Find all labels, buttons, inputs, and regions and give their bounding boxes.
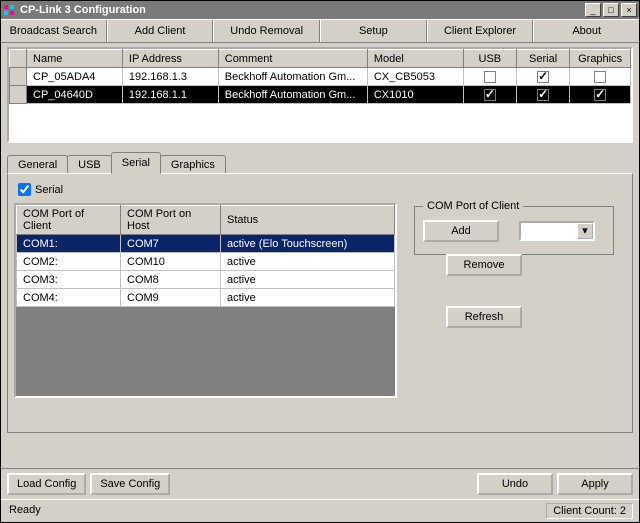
col-com-client[interactable]: COM Port of Client — [17, 206, 121, 235]
tab-graphics[interactable]: Graphics — [160, 155, 226, 174]
checkbox-icon[interactable] — [594, 89, 606, 101]
checkbox-icon[interactable] — [537, 71, 549, 83]
col-name[interactable]: Name — [27, 50, 123, 68]
maximize-button[interactable]: □ — [603, 3, 619, 17]
serial-row[interactable]: COM3:COM8active — [17, 271, 395, 289]
tab-serial[interactable]: Serial — [111, 152, 161, 174]
save-config-button[interactable]: Save Config — [90, 473, 170, 495]
minimize-button[interactable]: _ — [585, 3, 601, 17]
status-ready: Ready — [7, 503, 546, 519]
com-port-group: COM Port of Client Add ▾ — [414, 200, 614, 255]
close-button[interactable]: × — [621, 3, 637, 17]
col-serial[interactable]: Serial — [516, 50, 569, 68]
com-port-combo[interactable]: ▾ — [519, 221, 595, 241]
broadcast-search-button[interactable]: Broadcast Search — [1, 20, 107, 42]
status-bar: Ready Client Count: 2 — [1, 499, 639, 522]
client-explorer-button[interactable]: Client Explorer — [427, 20, 534, 42]
col-graphics[interactable]: Graphics — [570, 50, 631, 68]
undo-button[interactable]: Undo — [477, 473, 553, 495]
remove-com-button[interactable]: Remove — [446, 254, 522, 276]
tab-body-serial: Serial COM Port of Client COM Port on Ho… — [7, 173, 633, 433]
checkbox-icon[interactable] — [537, 89, 549, 101]
apply-button[interactable]: Apply — [557, 473, 633, 495]
main-toolbar: Broadcast Search Add Client Undo Removal… — [1, 19, 639, 43]
serial-checkbox[interactable] — [18, 183, 31, 196]
chevron-down-icon: ▾ — [577, 223, 593, 239]
add-com-button[interactable]: Add — [423, 220, 499, 242]
refresh-com-button[interactable]: Refresh — [446, 306, 522, 328]
clients-grid[interactable]: Name IP Address Comment Model USB Serial… — [7, 47, 633, 143]
status-client-count: Client Count: 2 — [546, 503, 633, 519]
window-title: CP-Link 3 Configuration — [20, 4, 583, 16]
checkbox-icon[interactable] — [484, 89, 496, 101]
serial-ports-grid[interactable]: COM Port of Client COM Port on Host Stat… — [14, 203, 397, 398]
checkbox-icon[interactable] — [594, 71, 606, 83]
serial-checkbox-label: Serial — [35, 184, 63, 196]
tab-usb[interactable]: USB — [67, 155, 112, 174]
setup-button[interactable]: Setup — [320, 20, 427, 42]
com-port-legend: COM Port of Client — [423, 200, 523, 212]
client-row[interactable]: CP_04640D192.168.1.1Beckhoff Automation … — [10, 86, 631, 104]
tab-general[interactable]: General — [7, 155, 68, 174]
app-icon — [3, 4, 16, 17]
tab-strip: General USB Serial Graphics — [7, 151, 633, 173]
undo-removal-button[interactable]: Undo Removal — [213, 20, 320, 42]
checkbox-icon[interactable] — [484, 71, 496, 83]
col-model[interactable]: Model — [367, 50, 463, 68]
bottom-bar: Load Config Save Config Undo Apply — [1, 468, 639, 499]
col-com-host[interactable]: COM Port on Host — [121, 206, 221, 235]
col-com-status[interactable]: Status — [221, 206, 395, 235]
serial-row[interactable]: COM4:COM9active — [17, 289, 395, 307]
client-row[interactable]: CP_05ADA4192.168.1.3Beckhoff Automation … — [10, 68, 631, 86]
col-usb[interactable]: USB — [463, 50, 516, 68]
add-client-button[interactable]: Add Client — [107, 20, 214, 42]
col-ip[interactable]: IP Address — [122, 50, 218, 68]
title-bar: CP-Link 3 Configuration _ □ × — [1, 1, 639, 19]
load-config-button[interactable]: Load Config — [7, 473, 86, 495]
col-comment[interactable]: Comment — [218, 50, 367, 68]
serial-row[interactable]: COM1:COM7active (Elo Touchscreen) — [17, 235, 395, 253]
serial-row[interactable]: COM2:COM10active — [17, 253, 395, 271]
about-button[interactable]: About — [533, 20, 639, 42]
